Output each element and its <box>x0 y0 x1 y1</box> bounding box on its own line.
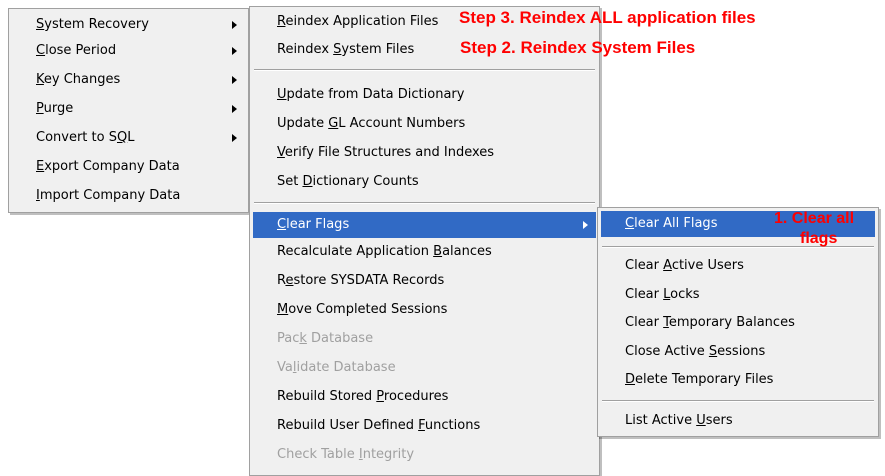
menu-item-list-active-users[interactable]: List Active Users <box>601 408 875 434</box>
menu-item-validate-database: Validate Database <box>277 360 396 375</box>
menu-item-clear-temporary-balances[interactable]: Clear Temporary Balances <box>601 310 875 336</box>
menu-separator <box>254 69 595 71</box>
menu-item-import-company-data[interactable]: Import Company Data <box>12 183 245 209</box>
submenu-arrow-icon <box>232 47 237 55</box>
menu-item-close-period[interactable]: Close Period <box>12 38 245 64</box>
menu-item-recalculate-application-balances[interactable]: Recalculate Application Balances <box>253 239 596 265</box>
menu-item-rebuild-user-defined-functions[interactable]: Rebuild User Defined Functions <box>253 413 596 439</box>
step1-annotation-line1: 1. Clear all <box>774 210 855 227</box>
submenu-arrow-icon <box>232 105 237 113</box>
submenu-arrow-icon <box>583 221 588 229</box>
step2-annotation: Step 2. Reindex System Files <box>460 38 696 57</box>
menu-item-set-dictionary-counts[interactable]: Set Dictionary Counts <box>253 169 596 195</box>
main-menu: System Recovery Close Period Key Changes… <box>8 8 249 213</box>
menu-item-purge[interactable]: Purge <box>12 96 245 122</box>
step3-annotation: Step 3. Reindex ALL application files <box>459 8 756 27</box>
menu-item-pack-database: Pack Database <box>277 331 374 346</box>
menu-item-move-completed-sessions[interactable]: Move Completed Sessions <box>253 297 596 323</box>
menu-item-system-recovery[interactable]: System Recovery <box>12 12 245 38</box>
menu-item-close-active-sessions[interactable]: Close Active Sessions <box>601 339 875 365</box>
menu-item-clear-locks[interactable]: Clear Locks <box>601 282 875 308</box>
menu-item-key-changes[interactable]: Key Changes <box>12 67 245 93</box>
menu-separator <box>254 202 595 204</box>
menu-item-clear-active-users[interactable]: Clear Active Users <box>601 253 875 279</box>
menu-item-check-table-integrity: Check Table Integrity <box>277 447 415 462</box>
menu-item-update-gl-account-numbers[interactable]: Update GL Account Numbers <box>253 111 596 137</box>
menu-item-restore-sysdata-records[interactable]: Restore SYSDATA Records <box>253 268 596 294</box>
menu-item-rebuild-stored-procedures[interactable]: Rebuild Stored Procedures <box>253 384 596 410</box>
step1-annotation-line2: flags <box>800 230 838 247</box>
menu-item-export-company-data[interactable]: Export Company Data <box>12 154 245 180</box>
menu-item-delete-temporary-files[interactable]: Delete Temporary Files <box>601 367 875 393</box>
menu-item-update-from-data-dictionary[interactable]: Update from Data Dictionary <box>253 82 596 108</box>
menu-item-verify-file-structures[interactable]: Verify File Structures and Indexes <box>253 140 596 166</box>
menu-separator <box>602 400 874 402</box>
submenu-arrow-icon <box>232 21 237 29</box>
system-recovery-menu: Reindex Application Files Reindex System… <box>249 6 600 476</box>
submenu-arrow-icon <box>232 134 237 142</box>
menu-item-clear-flags[interactable]: Clear Flags <box>253 212 596 238</box>
submenu-arrow-icon <box>232 76 237 84</box>
menu-item-convert-to-sql[interactable]: Convert to SQL <box>12 125 245 151</box>
